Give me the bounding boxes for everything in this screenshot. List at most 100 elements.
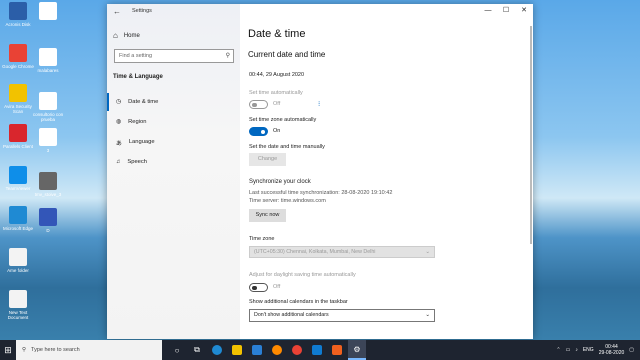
set-time-auto-label: Set time automatically [249,90,303,96]
desktop-icon-image [9,44,27,62]
current-date-time-heading: Current date and time [248,50,326,59]
nav-home[interactable]: ⌂ Home [113,31,140,40]
dst-label: Adjust for daylight saving time automati… [249,272,356,278]
desktop-icon[interactable] [32,2,64,22]
set-zone-auto-toggle[interactable] [249,127,268,136]
desktop-icon-label: TeamViewer [5,186,31,191]
desktop-icon[interactable]: Parallels Client [2,124,34,149]
sidebar-item-region[interactable]: ◍ Region [107,113,240,131]
sidebar-item-language[interactable]: あ Language [107,133,240,151]
app-icon[interactable] [308,340,326,360]
sync-now-button[interactable]: Sync now [249,209,286,222]
language-indicator[interactable]: ENG [583,347,594,353]
desktop-icon-image [9,248,27,266]
sidebar-item-label: Speech [127,159,148,165]
app-orange-icon[interactable] [328,340,346,360]
home-icon: ⌂ [113,31,118,40]
desktop-icon-label: Parallels Client [2,144,33,149]
search-icon: ⚲ [22,347,27,353]
page-title: Date & time [248,28,306,40]
store-icon[interactable] [248,340,266,360]
settings-window: ⌂ Home Find a setting ⚲ Time & Language … [107,4,533,339]
desktop-icon-label: New Text Document [7,310,29,320]
notifications-icon[interactable]: ▢ [629,347,634,353]
find-setting-input[interactable]: Find a setting ⚲ [114,49,234,63]
sidebar-item-label: Region [128,119,147,125]
desktop-icon-image [9,124,27,142]
settings-icon[interactable]: ⚙ [348,340,366,360]
desktop-icon[interactable]: malabares [32,48,64,73]
desktop-icon[interactable]: Avira Security Scan [2,84,34,114]
nav-home-label: Home [123,32,140,39]
time-zone-select[interactable]: (UTC+05:30) Chennai, Kolkata, Mumbai, Ne… [249,246,435,258]
desktop-icon[interactable]: tmv_stoive_3 [32,172,64,197]
desktop-icon[interactable]: D [32,208,64,233]
clock-icon: ◷ [116,99,122,105]
microphone-icon: ♫ [116,159,121,165]
task-switch-icon[interactable]: ⧉ [188,340,206,360]
set-zone-auto-state: On [273,128,281,134]
taskbar: ⊞ ⚲ Type here to search ○ ⧉ ⚙ ⌃ ▭ ♪ ENG … [0,340,640,360]
desktop-icon-label: Acronis Disk [5,22,31,27]
desktop-icon[interactable]: Google Chrome [2,44,34,69]
volume-icon[interactable]: ♪ [575,347,578,353]
back-arrow-icon[interactable]: ← [113,7,121,16]
desktop-icon[interactable]: Microsoft Edge [2,206,34,231]
firefox-icon[interactable] [268,340,286,360]
desktop-icon[interactable]: 3 [32,128,64,153]
desktop-icon-label: Microsoft Edge [2,226,33,231]
desktop-icon-label: D [46,228,50,233]
desktop-icon-label: 3 [46,148,50,153]
loading-icon: ⁝ [318,101,321,108]
system-tray: ⌃ ▭ ♪ ENG 00:44 29-08-2020 ▢ [556,340,640,360]
last-sync-text: Last successful time synchronization: 28… [249,190,393,196]
search-icon: ⚲ [225,53,230,59]
content-pane: Date & time Current date and time 00:44,… [248,4,528,339]
desktop-icon[interactable]: TeamViewer [2,166,34,191]
clock[interactable]: 00:44 29-08-2020 [599,344,625,356]
sync-heading: Synchronize your clock [249,179,311,185]
desktop-icon-label: Google Chrome [2,64,34,69]
desktop-icon-image [39,2,57,20]
dst-toggle[interactable] [249,283,268,292]
edge-icon[interactable] [208,340,226,360]
sidebar-item-label: Language [128,139,155,145]
manual-time-label: Set the date and time manually [249,144,325,150]
calendars-select[interactable]: Don't show additional calendars ⌄ [249,309,435,322]
change-button[interactable]: Change [249,153,286,166]
desktop-icon[interactable]: Ame folder [2,248,34,273]
desktop-icon-image [39,172,57,190]
task-view-icon[interactable]: ○ [168,340,186,360]
desktop-icon-image [39,92,57,110]
taskbar-search-box[interactable]: ⚲ Type here to search [16,340,162,360]
set-zone-auto-label: Set time zone automatically [249,117,317,123]
chevron-up-icon[interactable]: ⌃ [556,347,560,353]
sidebar-item-label: Date & time [128,99,159,105]
file-explorer-icon[interactable] [228,340,246,360]
chevron-down-icon: ⌄ [425,312,430,318]
current-datetime-value: 00:44, 29 August 2020 [249,72,305,78]
scrollbar[interactable] [530,26,532,244]
desktop-icon-label: Ame folder [7,268,29,273]
desktop-icon-image [9,84,27,102]
chrome-icon[interactable] [288,340,306,360]
calendars-value: Don't show additional calendars [254,312,329,318]
language-icon: あ [116,140,122,147]
desktop-icon-label: Avira Security Scan [4,104,32,114]
sidebar-item-date-time[interactable]: ◷ Date & time [107,93,240,111]
taskbar-search-placeholder: Type here to search [31,347,80,353]
sidebar-item-speech[interactable]: ♫ Speech [107,153,240,171]
desktop-icon-image [39,208,57,226]
start-button[interactable]: ⊞ [0,340,16,360]
clock-date: 29-08-2020 [598,350,625,356]
desktop-icon[interactable]: New Text Document [2,290,34,320]
desktop-icon-label: malabares [37,68,59,73]
desktop-icon-image [39,128,57,146]
desktop-icon[interactable]: Acronis Disk [2,2,34,27]
desktop-icon-label: tmv_stoive_3 [34,192,62,197]
globe-icon: ◍ [116,119,122,125]
network-icon[interactable]: ▭ [566,347,571,353]
desktop-icon-image [9,2,27,20]
set-time-auto-toggle[interactable] [249,100,268,109]
desktop-icon[interactable]: consultorio con prueba [32,92,64,122]
